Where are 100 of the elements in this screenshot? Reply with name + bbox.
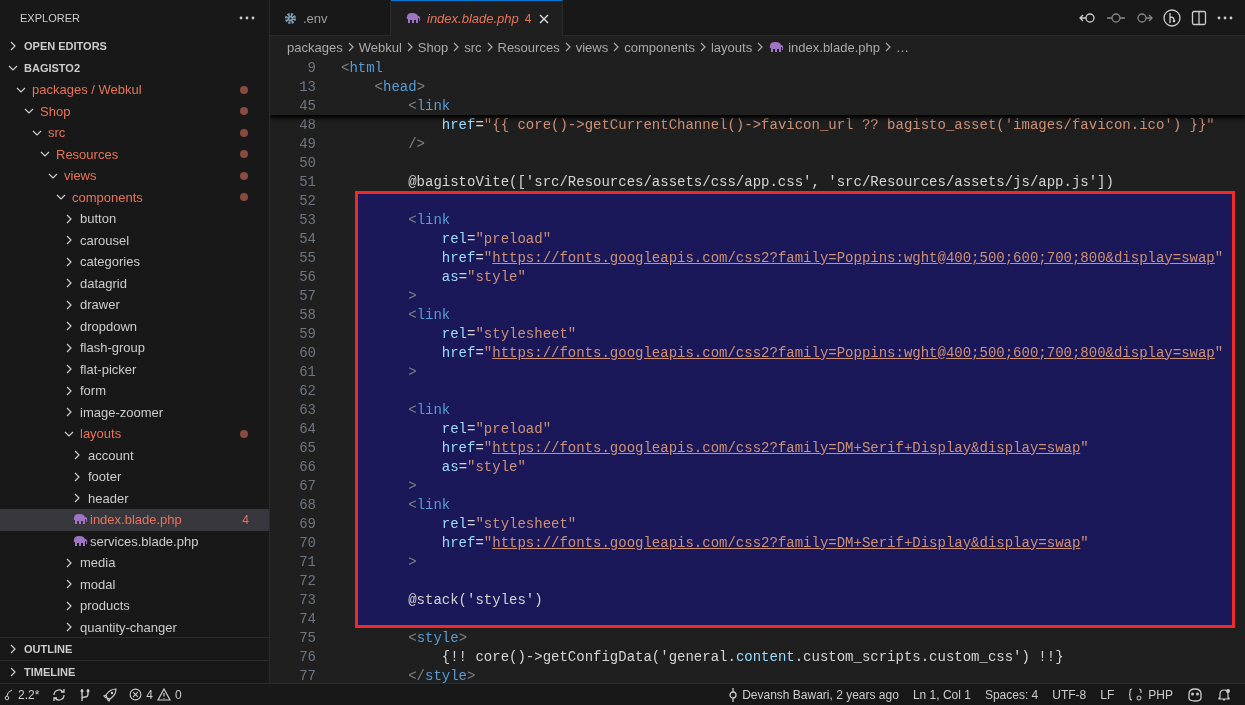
tree-item[interactable]: drawer [0,294,269,316]
tree-item[interactable]: footer [0,466,269,488]
line-number: 77 [298,667,316,683]
chevron-right-icon [346,42,355,52]
language-mode[interactable]: PHP [1128,687,1173,702]
breadcrumb-item[interactable]: views [575,39,609,55]
breadcrumb-item[interactable]: Resources [497,39,560,55]
chevron-right-icon [405,42,414,52]
line-number: 76 [298,648,316,665]
tree-item[interactable]: Shop [0,100,269,122]
breadcrumb-item[interactable]: packages [287,39,343,55]
copilot-icon[interactable] [1187,687,1203,702]
elephant-icon [405,13,421,24]
status-item[interactable]: LF [1100,687,1115,702]
branch-status[interactable]: 2.2* [4,687,40,702]
code-line: {!! core()->getConfigData('general.content.custom_scripts.custom_css') !!} [440,647,1065,666]
line-number: 73 [298,591,316,608]
tree-item[interactable]: index.blade.php 4 [0,509,269,531]
code-line: @bagistoVite(['src/Resources/assets/css/app.css', 'src/Resources/assets/js/app.js']) [407,172,1115,191]
modified-dot [240,150,248,159]
section-header[interactable]: OUTLINE [0,637,269,660]
tree-item[interactable]: packages / Webkul [0,79,269,101]
section-header[interactable]: BAGISTO2 [0,57,269,79]
tree-item[interactable]: components [0,186,269,208]
code-line: href="{{ core()->getCurrentChannel()->favicon_url ?? bagisto_asset('images/favicon.ico') }}" [440,115,1216,134]
sync-icon[interactable] [51,687,68,702]
line-number: 57 [298,287,316,304]
line-number: 49 [298,135,316,152]
tree-item[interactable]: src [0,122,269,144]
line-number: 68 [298,496,316,513]
status-item[interactable]: Ln 1, Col 1 [912,687,971,702]
tree-item[interactable]: categories [0,251,269,273]
breadcrumb-item[interactable]: layouts [711,39,753,55]
warning-icon [157,688,172,701]
go-forward-icon[interactable] [1135,10,1153,25]
status-item[interactable]: UTF-8 [1052,687,1087,702]
editor-tab[interactable]: index.blade.php 4 [391,0,563,36]
tree-item[interactable]: media [0,552,269,574]
chevron-right-icon [485,42,494,52]
tree-item[interactable]: dropdown [0,315,269,337]
modified-dot [240,171,248,180]
line-number: 70 [298,534,316,551]
line-number: 45 [298,97,316,114]
tree-item[interactable]: services.blade.php [0,530,269,552]
tree-item[interactable]: views [0,165,269,187]
breadcrumb-item[interactable]: index.blade.php [788,39,880,55]
tree-item[interactable]: header [0,487,269,509]
code-line: /> [407,134,426,153]
close-icon[interactable] [537,12,550,25]
section-header[interactable]: OPEN EDITORS [0,35,269,57]
breadcrumb-item[interactable]: components [624,39,695,55]
tree-item[interactable]: account [0,444,269,466]
chevron-right-icon [612,42,621,52]
tree-item[interactable]: layouts [0,423,269,445]
more-icon[interactable] [1217,15,1233,20]
tree-item[interactable]: products [0,595,269,617]
branch-icon [4,688,14,701]
tree-item[interactable]: datagrid [0,272,269,294]
tree-item[interactable]: image-zoomer [0,401,269,423]
code-line: </style> [407,666,477,683]
line-number: 55 [298,249,316,266]
status-item[interactable]: Spaces: 4 [984,687,1039,702]
breadcrumb-item[interactable]: Webkul [358,39,402,55]
braces-icon [1128,688,1145,701]
chevron-right-icon [884,42,892,52]
line-number: 54 [298,230,316,247]
more-icon[interactable] [239,15,255,20]
ports-icon[interactable] [79,687,92,702]
git-graph-icon[interactable] [1163,8,1181,27]
code-line: <head> [373,78,426,95]
breadcrumb-item[interactable]: src [464,39,482,55]
tree-item[interactable]: flash-group [0,337,269,359]
chevron-right-icon [452,42,461,52]
elephant-icon [768,41,785,53]
go-back-icon[interactable] [1079,10,1097,25]
rocket-icon[interactable] [103,687,118,702]
line-number: 60 [298,344,316,361]
line-number: 50 [298,154,316,171]
modified-dot [240,193,248,202]
tree-item[interactable]: button [0,208,269,230]
tree-item[interactable]: quantity-changer [0,616,269,637]
line-number: 52 [298,192,316,209]
tree-item[interactable]: form [0,380,269,402]
bell-icon[interactable] [1217,687,1231,702]
split-editor-icon[interactable] [1191,9,1207,26]
tree-item[interactable]: flat-picker [0,358,269,380]
line-number: 59 [298,325,316,342]
code-line: <link [407,97,451,114]
tree-item[interactable]: modal [0,573,269,595]
git-blame-status[interactable]: Devansh Bawari, 2 years ago [728,687,899,702]
problems-status[interactable]: 4 0 [129,687,182,702]
modified-dot [240,107,248,116]
line-number: 61 [298,363,316,380]
commit-icon[interactable] [1107,10,1125,25]
breadcrumb-item[interactable]: … [896,39,909,55]
chevron-right-icon [699,42,707,52]
modified-dot [240,128,248,137]
tree-item[interactable]: carousel [0,229,269,251]
tree-item[interactable]: Resources [0,143,269,165]
breadcrumb-item[interactable]: Shop [417,39,449,55]
